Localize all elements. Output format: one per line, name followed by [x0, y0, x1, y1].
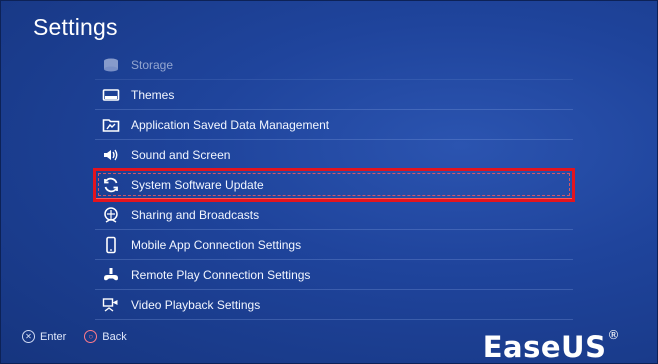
menu-item-video-playback[interactable]: Video Playback Settings [95, 290, 573, 320]
sharing-icon [101, 205, 121, 225]
enter-hint: ✕ Enter [22, 330, 66, 343]
mobile-icon [101, 235, 121, 255]
remote-play-icon [101, 265, 121, 285]
menu-item-label: Mobile App Connection Settings [131, 237, 302, 252]
menu-item-label: Video Playback Settings [131, 297, 261, 312]
menu-item-sound-screen[interactable]: Sound and Screen [95, 140, 573, 170]
menu-item-saved-data[interactable]: Application Saved Data Management [95, 110, 573, 140]
storage-icon [101, 55, 121, 75]
easeus-watermark: EaseUS® [482, 328, 620, 364]
menu-item-themes[interactable]: Themes [95, 80, 573, 110]
menu-item-system-software-update[interactable]: System Software Update [93, 168, 575, 202]
menu-item-sharing-broadcasts[interactable]: Sharing and Broadcasts [95, 200, 573, 230]
menu-item-label: Remote Play Connection Settings [131, 267, 311, 282]
back-hint: ○ Back [84, 330, 127, 343]
menu-item-label: Themes [131, 87, 175, 102]
menu-item-label: Application Saved Data Management [131, 117, 330, 132]
themes-icon [101, 85, 121, 105]
menu-item-label: Sharing and Broadcasts [131, 207, 260, 222]
sound-screen-icon [101, 145, 121, 165]
saved-data-icon [101, 115, 121, 135]
settings-menu: Storage Themes Application Saved Data Ma… [93, 50, 575, 320]
page-title: Settings [33, 14, 118, 40]
circle-button-icon: ○ [84, 330, 98, 343]
registered-mark: ® [607, 328, 620, 342]
update-icon [101, 175, 121, 195]
button-hints: ✕ Enter ○ Back [22, 330, 145, 343]
back-label: Back [102, 330, 127, 343]
cross-button-icon: ✕ [22, 330, 35, 343]
menu-item-label: System Software Update [131, 177, 264, 192]
menu-item-storage[interactable]: Storage [95, 50, 573, 80]
enter-label: Enter [40, 330, 67, 343]
watermark-text: EaseUS [482, 330, 607, 364]
menu-item-remote-play-connection[interactable]: Remote Play Connection Settings [95, 260, 573, 290]
menu-item-label: Storage [131, 57, 174, 72]
menu-item-mobile-app-connection[interactable]: Mobile App Connection Settings [95, 230, 573, 260]
menu-item-label: Sound and Screen [131, 147, 231, 162]
video-playback-icon [101, 295, 121, 315]
